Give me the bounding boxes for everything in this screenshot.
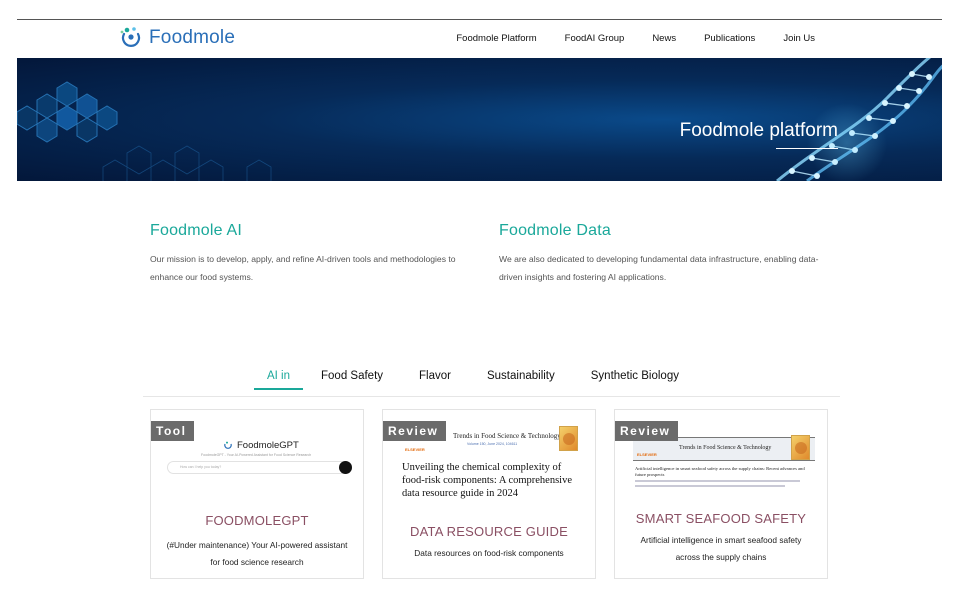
nav-publications[interactable]: Publications (704, 33, 755, 44)
category-tabs: AI in Food Safety Flavor Sustainability … (254, 370, 697, 390)
brand-name: Foodmole (149, 27, 236, 48)
mission-ai-text: Our mission is to develop, apply, and re… (150, 254, 456, 282)
mission-data-text: We are also dedicated to developing fund… (499, 254, 819, 282)
card-smart-seafood-safety[interactable]: Review ELSEVIER Trends in Food Science &… (614, 409, 828, 579)
author-line (635, 485, 785, 487)
card-badge: Tool (151, 421, 195, 441)
card-badge: Review (383, 421, 447, 441)
send-icon (339, 461, 352, 474)
card-description: (#Under maintenance) Your AI-powered ass… (166, 540, 348, 567)
journal-name: Trends in Food Science & Technology (453, 432, 561, 440)
paper-title: Unveiling the chemical complexity of foo… (402, 462, 573, 499)
card-title: SMART SEAFOOD SAFETY (635, 511, 807, 526)
hero-title: Foodmole platform (679, 120, 838, 141)
gpt-preview-name: FoodmoleGPT (223, 440, 299, 451)
publisher-logo: ELSEVIER (637, 452, 657, 457)
gpt-preview-subtitle: FoodmoleGPT - Your AI-Powered Assistant … (201, 453, 312, 457)
tab-ai-in[interactable]: AI in (254, 370, 304, 390)
nav-foodai-group[interactable]: FoodAI Group (565, 33, 625, 44)
tab-sustainability[interactable]: Sustainability (469, 370, 573, 390)
card-data-resource-guide[interactable]: Review ELSEVIER Trends in Food Science &… (382, 409, 596, 579)
tab-synthetic-biology[interactable]: Synthetic Biology (573, 370, 697, 390)
journal-cover-image (791, 435, 810, 460)
foodmole-logo-icon (117, 25, 145, 51)
journal-name: Trends in Food Science & Technology (679, 445, 772, 451)
journal-cover-image (559, 426, 578, 451)
card-title: FOODMOLEGPT (205, 513, 309, 528)
mission-ai: Foodmole AI Our mission is to develop, a… (150, 222, 485, 286)
mission-ai-heading: Foodmole AI (150, 222, 243, 239)
nav-foodmole-platform[interactable]: Foodmole Platform (456, 33, 536, 44)
card-description: Data resources on food-risk components (414, 548, 564, 558)
tabs-divider (143, 396, 840, 397)
mission-data-heading: Foodmole Data (499, 222, 611, 239)
mission-data: Foodmole Data We are also dedicated to d… (499, 222, 834, 286)
foodmole-logo-icon (224, 441, 232, 449)
tab-food-safety[interactable]: Food Safety (303, 370, 401, 390)
site-header: Foodmole Foodmole Platform FoodAI Group … (17, 20, 942, 58)
brand-logo[interactable]: Foodmole (117, 25, 235, 51)
hero-banner: Foodmole platform (17, 58, 942, 181)
author-line (635, 480, 800, 482)
journal-meta: Volume 150, June 2024, 104611 (467, 442, 518, 446)
card-badge: Review (615, 421, 679, 441)
publisher-logo: ELSEVIER (405, 447, 425, 452)
main-nav: Foodmole Platform FoodAI Group News Publ… (456, 33, 815, 44)
nav-join-us[interactable]: Join Us (783, 33, 815, 44)
card-foodmolegpt[interactable]: Tool FoodmoleGPT FoodmoleGPT - Your AI-P… (150, 409, 364, 579)
paper-title: Artificial intelligence in smart seafood… (635, 466, 805, 477)
hero-title-underline (776, 148, 838, 149)
nav-news[interactable]: News (652, 33, 676, 44)
hexagon-pattern (17, 81, 118, 143)
card-description: Artificial intelligence in smart seafood… (640, 535, 802, 562)
card-title: DATA RESOURCE GUIDE (410, 524, 568, 539)
gpt-preview-input: How can I help you today? (167, 461, 352, 474)
tab-flavor[interactable]: Flavor (401, 370, 469, 390)
